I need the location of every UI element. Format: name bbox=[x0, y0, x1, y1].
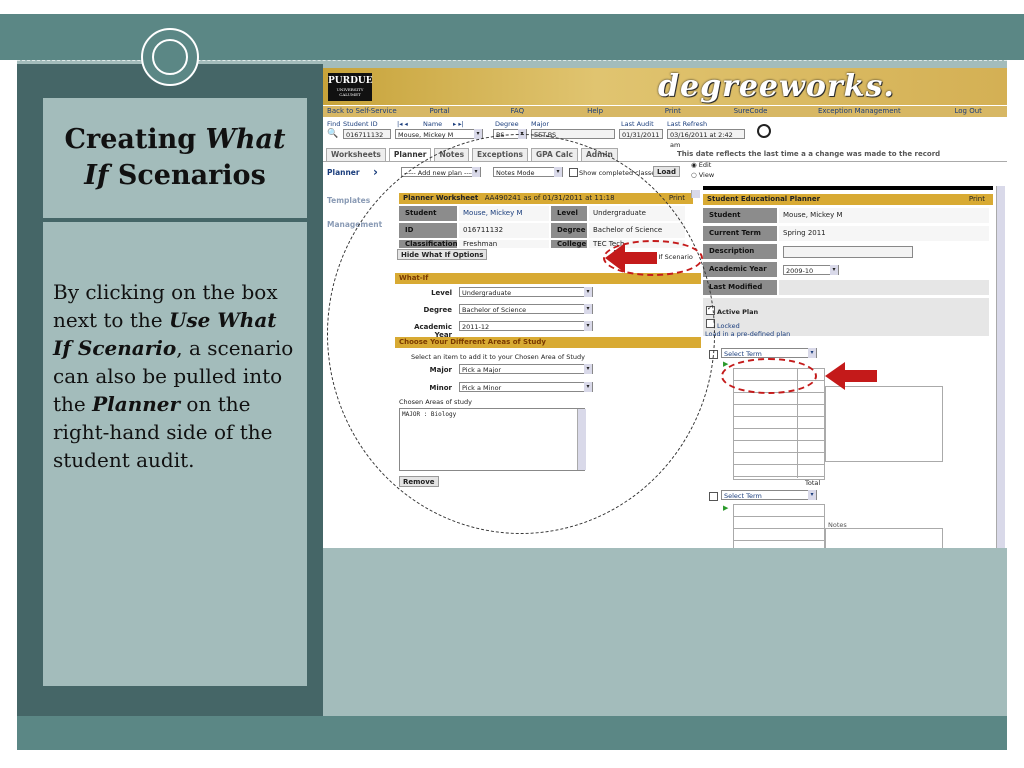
circle-ornament-icon bbox=[141, 28, 199, 86]
slide-body: By clicking on the box next to the Use W… bbox=[43, 222, 307, 686]
slide-body-text: By clicking on the box next to the Use W… bbox=[53, 280, 294, 472]
annotation-arrows bbox=[605, 243, 877, 390]
slide-title: Creating What If Scenarios bbox=[43, 98, 307, 218]
red-arrow-icon-1 bbox=[605, 243, 657, 273]
red-arrow-icon-2 bbox=[825, 362, 877, 390]
slide-bottom-band bbox=[17, 716, 1007, 750]
degreeworks-screenshot: PURDUE UNIVERSITY CALUMET degreeworks. B… bbox=[323, 68, 1007, 548]
